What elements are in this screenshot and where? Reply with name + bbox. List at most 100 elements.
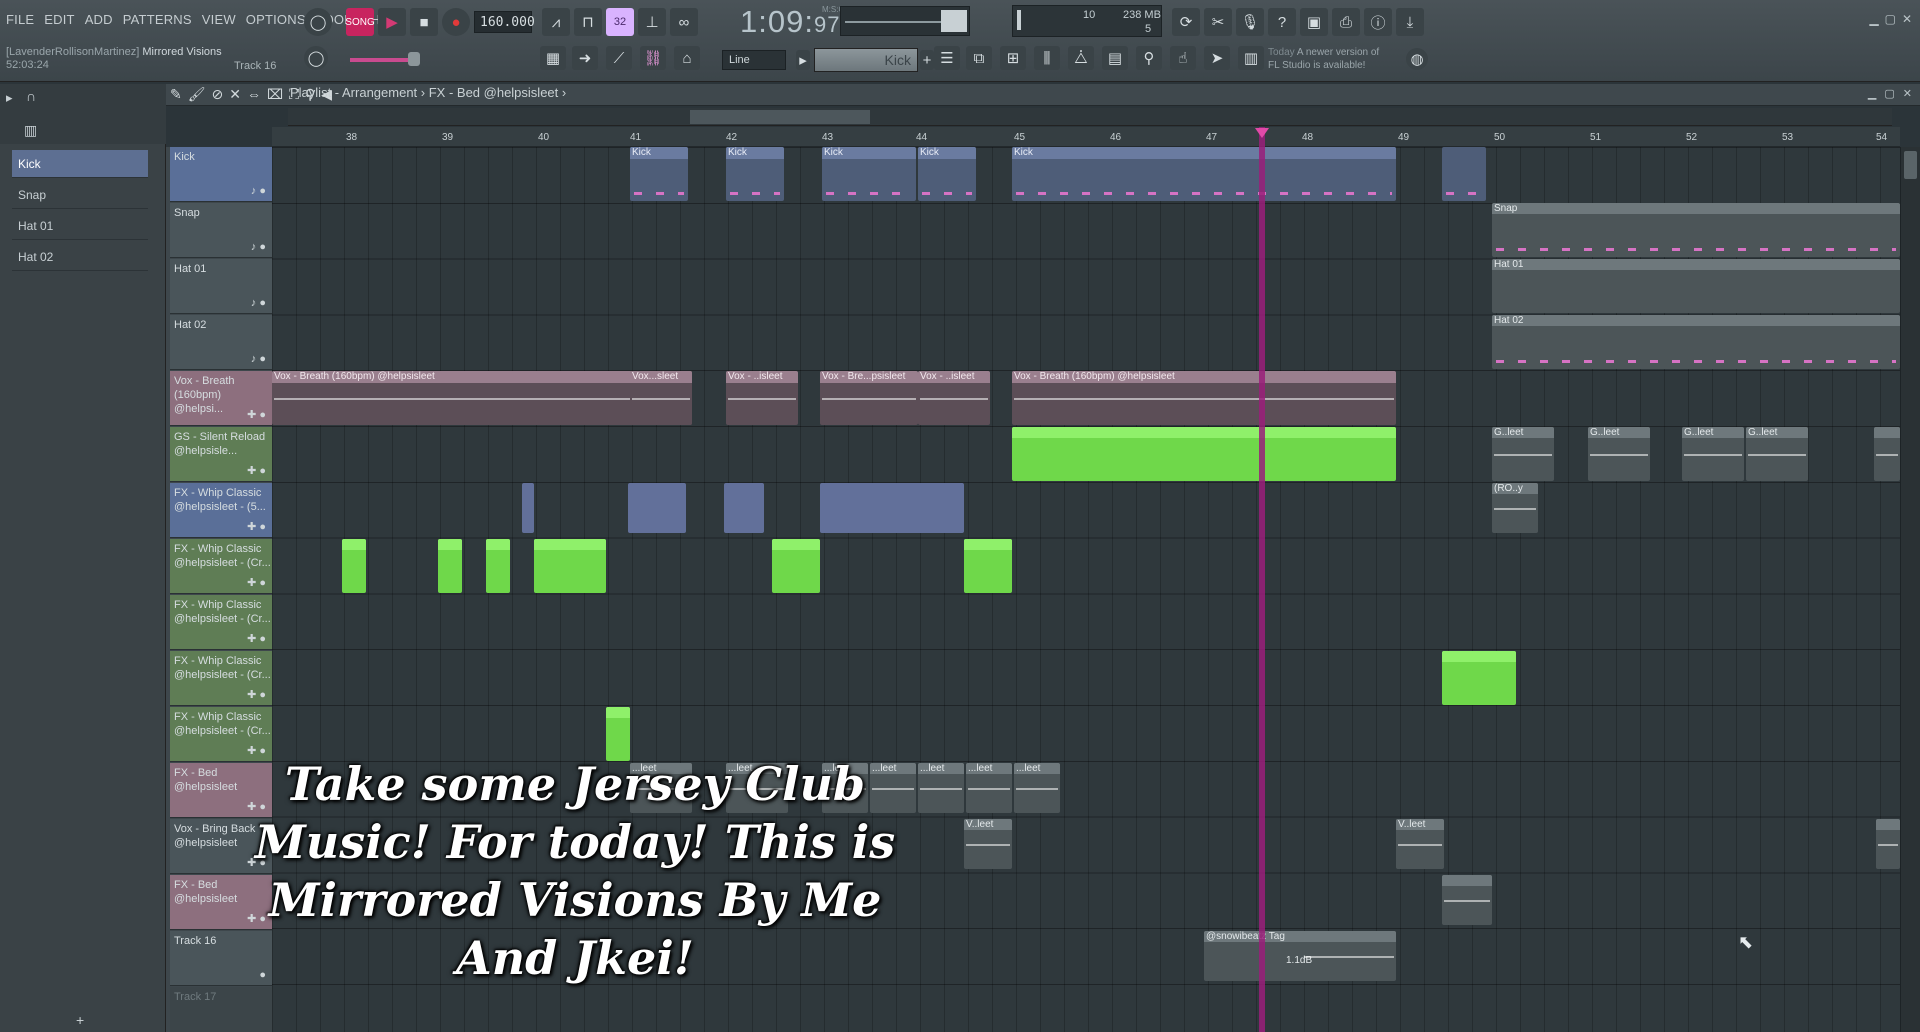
info-icon[interactable]: ⓘ xyxy=(1364,8,1392,36)
track-header-kick[interactable]: Kick ♪ ● xyxy=(170,147,272,202)
audio-clip-vox-bre[interactable]: Vox - Bre...psisleet xyxy=(820,371,918,425)
audio-clip-g-leet[interactable]: G..leet xyxy=(1588,427,1650,481)
slip-icon[interactable]: ⇔ xyxy=(247,86,261,103)
audio-clip-fx-bed[interactable] xyxy=(1442,875,1492,925)
plugin-icon[interactable]: ⚲ xyxy=(1136,46,1162,70)
pattern-clip-kick[interactable]: Kick xyxy=(1012,147,1396,201)
track-header-fx-whip-5[interactable]: FX - Whip Classic @helpsisleet - (Cr... ✚… xyxy=(170,707,272,762)
audio-clip-g-leet[interactable]: G..leet xyxy=(1682,427,1744,481)
scrollbar-thumb[interactable] xyxy=(1904,151,1917,179)
browser-icon[interactable]: ▤ xyxy=(1102,46,1128,70)
audio-clip-whip-green[interactable] xyxy=(1442,651,1516,705)
mic-icon[interactable]: 🎙 xyxy=(1236,8,1264,36)
cut-icon[interactable]: ✂ xyxy=(1204,8,1232,36)
audio-clip-whip[interactable] xyxy=(820,483,964,533)
close-icon[interactable]: ✕ xyxy=(1902,12,1912,26)
track-mute-icon[interactable]: ♪ ● xyxy=(251,185,266,197)
track-header-snap[interactable]: Snap ♪ ● xyxy=(170,203,272,258)
pattern-clip-hat-01[interactable]: Hat 01 xyxy=(1492,259,1900,313)
add-pattern-icon[interactable]: + xyxy=(920,50,934,70)
news-icon[interactable]: ▥ xyxy=(1238,46,1264,70)
snap-select[interactable]: Line xyxy=(722,50,786,70)
audio-clip-whip-green[interactable] xyxy=(486,539,510,593)
track-mute-icon[interactable]: ✚ ● xyxy=(247,408,266,421)
magnet-icon[interactable]: ∩ xyxy=(26,88,36,104)
piano-roll-icon[interactable]: ⧉ xyxy=(966,46,992,70)
playhead[interactable] xyxy=(1259,127,1265,1032)
record-button[interactable]: ● xyxy=(442,8,470,36)
audio-clip-whip-green[interactable] xyxy=(534,539,606,593)
menu-file[interactable]: FILE xyxy=(6,12,34,27)
stop-button[interactable]: ■ xyxy=(410,8,438,36)
blend-notes-icon[interactable]: ⊥ xyxy=(638,8,666,36)
audio-clip-vox-short[interactable]: Vox...sleet xyxy=(630,371,692,425)
audio-clip-g-leet[interactable] xyxy=(1874,427,1900,481)
slice-icon[interactable]: ⌧ xyxy=(267,86,283,103)
audio-clip-vox-breath[interactable]: Vox - Breath (160bpm) @helpsisleet xyxy=(1012,371,1396,425)
export-icon[interactable]: ➤ xyxy=(1204,46,1230,70)
timeline-ruler[interactable]: 38 39 40 41 42 43 44 45 46 47 48 49 50 5… xyxy=(272,127,1900,147)
pitch-knob[interactable]: ◯ xyxy=(304,46,328,70)
audio-clip-whip-green[interactable] xyxy=(342,539,366,593)
pattern-clip-kick[interactable]: Kick xyxy=(822,147,916,201)
pattern-clip-kick[interactable]: Kick xyxy=(726,147,784,201)
touch-icon[interactable]: ☝ xyxy=(1170,46,1196,70)
menu-add[interactable]: ADD xyxy=(85,12,113,27)
audio-clip-fx-bed[interactable]: ...leet xyxy=(1014,763,1060,813)
overview-thumb[interactable] xyxy=(690,110,870,124)
audio-clip-whip-green[interactable] xyxy=(438,539,462,593)
picker-pattern-icon[interactable]: ▥ xyxy=(24,122,37,139)
playlist-overview-scrollbar[interactable] xyxy=(288,108,1892,126)
menu-edit[interactable]: EDIT xyxy=(44,12,74,27)
playlist-view-icon[interactable]: ▦ xyxy=(540,46,566,70)
audio-clip-fx-bed[interactable]: ...leet xyxy=(966,763,1012,813)
plugin-picker-icon[interactable]: ⧊ xyxy=(1068,46,1094,70)
audio-clip-vox-dash[interactable]: Vox - ..isleet xyxy=(726,371,798,425)
track-mute-icon[interactable]: ♪ ● xyxy=(251,353,266,365)
track-header-track-17[interactable]: Track 17 xyxy=(170,987,272,1032)
link-icon[interactable]: ⛓ xyxy=(640,46,666,70)
audio-clip-g-leet[interactable]: G..leet xyxy=(1746,427,1808,481)
arrow-icon[interactable]: ➜ xyxy=(572,46,598,70)
loop-record-icon[interactable]: ∞ xyxy=(670,8,698,36)
wait-input-icon[interactable]: ⊓ xyxy=(574,8,602,36)
track-header-fx-whip-4[interactable]: FX - Whip Classic @helpsisleet - (Cr... ✚… xyxy=(170,651,272,706)
audio-clip-vox-bring-back[interactable] xyxy=(1876,819,1900,869)
globe-icon[interactable]: ◍ xyxy=(1406,48,1428,70)
audio-clip-vox-dash[interactable]: Vox - ..isleet xyxy=(918,371,990,425)
master-pitch-slider[interactable] xyxy=(350,58,416,62)
audio-clip-whip-green[interactable] xyxy=(772,539,820,593)
picker-expand-icon[interactable]: ▸ xyxy=(6,90,13,106)
menu-patterns[interactable]: PATTERNS xyxy=(123,12,192,27)
track-header-hat-01[interactable]: Hat 01 ♪ ● xyxy=(170,259,272,314)
add-track-icon[interactable]: + xyxy=(76,1012,84,1028)
track-mute-icon[interactable]: ♪ ● xyxy=(251,241,266,253)
playlist-close-icon[interactable]: ✕ xyxy=(1903,87,1912,100)
save-icon[interactable]: ▣ xyxy=(1300,8,1328,36)
play-button[interactable]: ▶ xyxy=(378,8,406,36)
audio-clip-whip-green[interactable] xyxy=(964,539,1012,593)
track-mute-icon[interactable]: ♪ ● xyxy=(251,297,266,309)
menu-options[interactable]: OPTIONS xyxy=(246,12,306,27)
audio-clip-fx-bed[interactable]: ...leet xyxy=(918,763,964,813)
metronome-icon[interactable]: ⩘ xyxy=(542,8,570,36)
audio-clip-whip[interactable] xyxy=(724,483,764,533)
render-icon[interactable]: ⎙ xyxy=(1332,8,1360,36)
audio-clip-whip[interactable] xyxy=(522,483,534,533)
track-header-fx-whip-1[interactable]: FX - Whip Classic @helpsisleet - (5... ✚ … xyxy=(170,483,272,538)
playlist-minimize-icon[interactable]: ▁ xyxy=(1868,87,1876,100)
audio-clip-vox-bring-back[interactable]: V..leet xyxy=(964,819,1012,869)
brush-icon[interactable]: ⟋ xyxy=(606,46,632,70)
audio-clip-vox-breath[interactable]: Vox - Breath (160bpm) @helpsisleet xyxy=(272,371,692,425)
audio-clip-snowibeatz-tag[interactable]: @snowibeatz Tag 1.1dB xyxy=(1204,931,1396,981)
pattern-clip-hat-02[interactable]: Hat 02 xyxy=(1492,315,1900,369)
picker-item-snap[interactable]: Snap xyxy=(12,181,148,209)
track-header-vox-breath[interactable]: Vox - Breath (160bpm) @helpsi... ✚ ● xyxy=(170,371,272,426)
pencil-icon[interactable]: ✎ xyxy=(170,86,182,103)
picker-item-hat-02[interactable]: Hat 02 xyxy=(12,243,148,271)
tempo-display[interactable]: 160.000 xyxy=(474,11,535,33)
stamp-icon[interactable]: ⌂ xyxy=(674,46,700,70)
audio-clip-vox-bring-back[interactable]: V..leet xyxy=(1396,819,1444,869)
channel-rack-icon[interactable]: ⊞ xyxy=(1000,46,1026,70)
countdown-icon[interactable]: 32 xyxy=(606,8,634,36)
